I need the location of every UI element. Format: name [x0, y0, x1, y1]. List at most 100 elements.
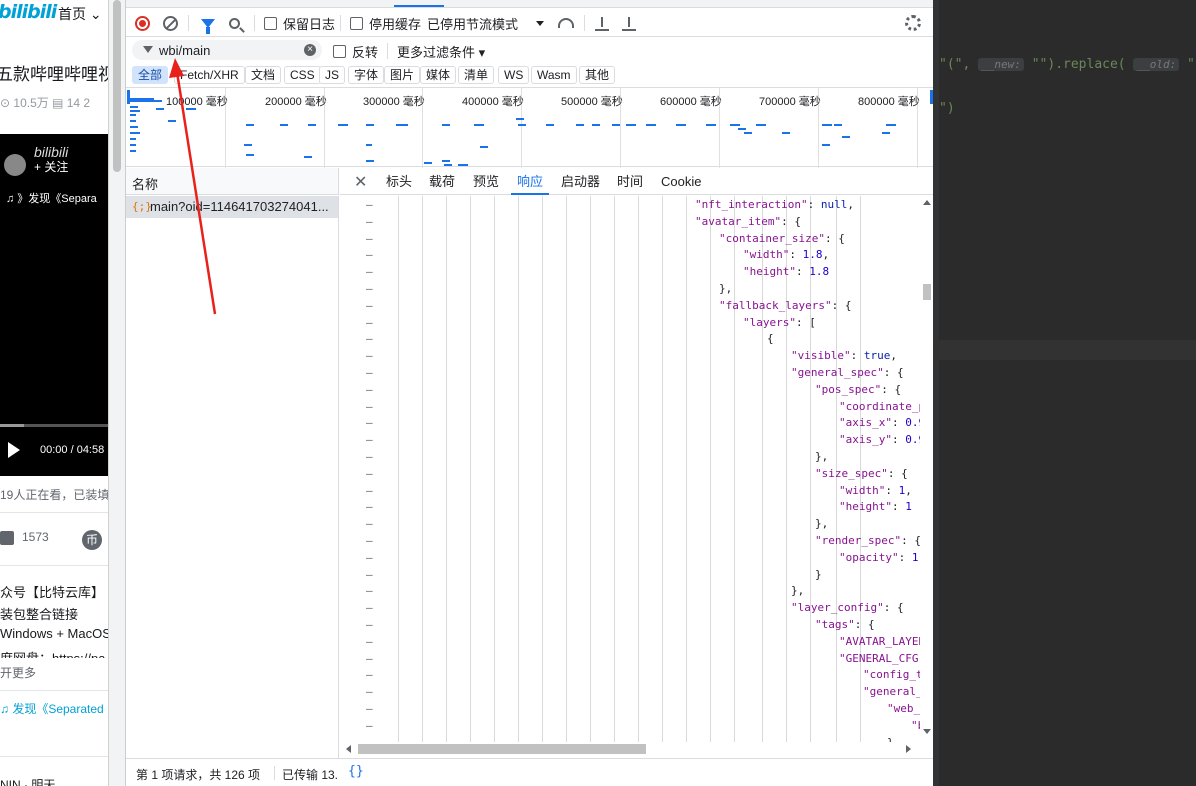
import-har-button[interactable]: [595, 9, 609, 37]
devtools-tab-strip[interactable]: [126, 0, 934, 8]
response-viewer[interactable]: – "nft_interaction": null, – "avatar_item":…: [340, 196, 920, 742]
page-scrollbar[interactable]: [108, 0, 125, 786]
preserve-log-checkbox[interactable]: 保留日志: [264, 9, 335, 37]
recommend-item[interactable]: NIN · 明天: [0, 776, 55, 786]
fold-marker[interactable]: –: [366, 265, 373, 278]
home-nav-link[interactable]: 首页 ⌄: [58, 4, 102, 24]
invert-checkbox[interactable]: 反转: [333, 37, 378, 65]
fold-marker[interactable]: –: [366, 500, 373, 513]
scroll-right-icon[interactable]: [906, 745, 911, 753]
fold-marker[interactable]: –: [366, 652, 373, 665]
fold-marker[interactable]: –: [366, 685, 373, 698]
detail-tab[interactable]: 时间: [617, 168, 643, 195]
detail-tab[interactable]: 标头: [386, 168, 412, 195]
fold-marker[interactable]: –: [366, 416, 373, 429]
filter-input-value[interactable]: wbi/main: [159, 43, 210, 58]
fold-marker[interactable]: –: [366, 215, 373, 228]
fold-marker[interactable]: –: [366, 517, 373, 530]
like-button[interactable]: 1573: [0, 530, 49, 545]
code-editor[interactable]: "(", __new: "").replace( __old: ")" "): [933, 0, 1196, 786]
throttle-select[interactable]: 已停用节流模式: [427, 9, 545, 37]
fold-marker[interactable]: –: [366, 282, 373, 295]
fold-marker[interactable]: –: [366, 584, 373, 597]
network-conditions-button[interactable]: [558, 9, 574, 37]
fold-marker[interactable]: –: [366, 551, 373, 564]
detail-tab[interactable]: 载荷: [429, 168, 455, 195]
fold-marker[interactable]: –: [366, 332, 373, 345]
clear-filter-icon[interactable]: ×: [304, 44, 316, 56]
coin-icon[interactable]: 币: [82, 530, 102, 550]
disable-cache-checkbox[interactable]: 停用缓存: [350, 9, 421, 37]
type-filter-chip[interactable]: Fetch/XHR: [174, 66, 245, 84]
scrollbar-thumb[interactable]: [113, 0, 121, 172]
detail-tab[interactable]: Cookie: [661, 168, 701, 195]
fold-marker[interactable]: –: [366, 568, 373, 581]
fold-marker[interactable]: –: [366, 450, 373, 463]
more-filters-dropdown[interactable]: 更多过滤条件 ▾: [397, 37, 485, 65]
fold-marker[interactable]: –: [366, 299, 373, 312]
detail-tab[interactable]: 启动器: [561, 168, 600, 195]
fold-marker[interactable]: –: [366, 198, 373, 211]
fold-marker[interactable]: –: [366, 702, 373, 715]
type-filter-chip[interactable]: 媒体: [420, 66, 457, 84]
fold-marker[interactable]: –: [366, 719, 373, 732]
code-line[interactable]: "): [939, 101, 955, 116]
type-filter-chip[interactable]: 全部: [132, 66, 169, 84]
filter-input[interactable]: wbi/main ×: [132, 40, 322, 60]
fold-marker[interactable]: –: [366, 383, 373, 396]
fold-marker[interactable]: –: [366, 668, 373, 681]
type-filter-chip[interactable]: JS: [319, 66, 346, 84]
response-vertical-scrollbar[interactable]: [920, 196, 934, 742]
fold-marker[interactable]: –: [366, 618, 373, 631]
record-button[interactable]: [135, 9, 150, 37]
type-filter-chip[interactable]: 清单: [458, 66, 495, 84]
fold-marker[interactable]: –: [366, 601, 373, 614]
play-icon[interactable]: [8, 442, 20, 458]
follow-button[interactable]: + 关注: [34, 158, 68, 175]
fold-marker[interactable]: –: [366, 366, 373, 379]
scroll-left-icon[interactable]: [346, 745, 351, 753]
network-settings-button[interactable]: [905, 9, 921, 37]
close-icon[interactable]: ✕: [354, 172, 367, 192]
type-filter-chip[interactable]: 字体: [348, 66, 385, 84]
detail-tab[interactable]: 响应: [511, 168, 550, 195]
pretty-print-button[interactable]: {}: [348, 764, 364, 779]
search-button[interactable]: [229, 9, 240, 37]
fold-marker[interactable]: –: [366, 635, 373, 648]
export-har-button[interactable]: [622, 9, 636, 37]
progress-bar[interactable]: [0, 424, 108, 427]
scrollbar-thumb[interactable]: [358, 744, 646, 754]
code-line[interactable]: "(", __new: "").replace( __old: ")": [939, 57, 1196, 72]
fold-marker[interactable]: –: [366, 316, 373, 329]
response-horizontal-scrollbar[interactable]: [340, 742, 920, 756]
request-row[interactable]: {;} main?oid=114641703274041...: [126, 196, 339, 218]
fold-marker[interactable]: –: [366, 484, 373, 497]
filter-toggle-button[interactable]: [201, 9, 215, 37]
fold-marker[interactable]: –: [366, 433, 373, 446]
request-list-header[interactable]: 名称: [126, 168, 339, 195]
network-overview-timeline[interactable]: 100000 毫秒 200000 毫秒 300000 毫秒 400000 毫秒 5000…: [126, 87, 934, 168]
fold-marker[interactable]: –: [366, 248, 373, 261]
type-filter-chip[interactable]: 文档: [245, 66, 282, 84]
uploader-avatar[interactable]: [4, 154, 26, 176]
detail-tab[interactable]: 预览: [473, 168, 499, 195]
music-tag[interactable]: ♫ 》发现《Separa: [6, 190, 97, 206]
music-link[interactable]: ♫ 发现《Separated: [0, 700, 104, 717]
video-player[interactable]: bilibili + 关注 ♫ 》发现《Separa 00:00 / 04:58: [0, 134, 108, 476]
scroll-down-icon[interactable]: [923, 729, 931, 734]
clear-button[interactable]: [163, 9, 178, 37]
type-filter-chip[interactable]: WS: [498, 66, 530, 84]
fold-marker[interactable]: –: [366, 534, 373, 547]
type-filter-chip[interactable]: 图片: [384, 66, 421, 84]
fold-marker[interactable]: –: [366, 400, 373, 413]
fold-marker[interactable]: –: [366, 349, 373, 362]
expand-more-link[interactable]: 开更多: [0, 664, 36, 681]
bilibili-logo[interactable]: bilibili: [0, 1, 57, 23]
type-filter-chip[interactable]: Wasm: [531, 66, 577, 84]
fold-marker[interactable]: –: [366, 232, 373, 245]
fold-marker[interactable]: –: [366, 467, 373, 480]
scroll-up-icon[interactable]: [923, 200, 931, 205]
scrollbar-thumb[interactable]: [923, 284, 931, 300]
type-filter-chip[interactable]: 其他: [579, 66, 616, 84]
type-filter-chip[interactable]: CSS: [284, 66, 321, 84]
